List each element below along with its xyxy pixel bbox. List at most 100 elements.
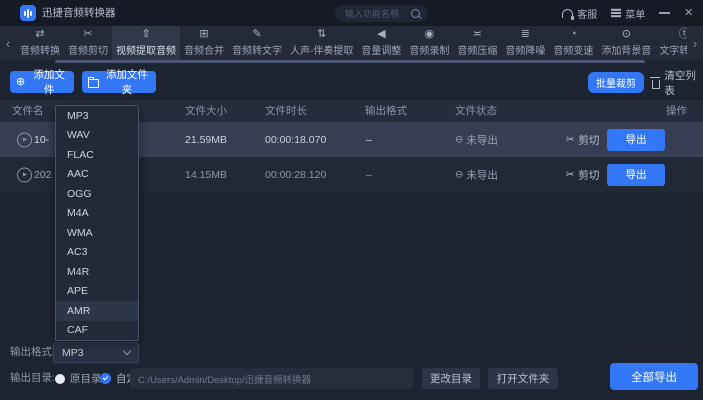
toolbar-item-audio-speed[interactable]: ◔音频变速 bbox=[549, 26, 597, 60]
headset-icon bbox=[562, 9, 573, 18]
toolbar-item-audio-merge[interactable]: ⊞音频合并 bbox=[180, 26, 228, 60]
file-status-badge: ⊖ 未导出 bbox=[455, 132, 498, 147]
dropdown-option-mp3[interactable]: MP3 bbox=[56, 106, 138, 126]
toolbar-scroll-left[interactable]: ‹ bbox=[0, 26, 16, 60]
search-icon[interactable] bbox=[411, 9, 420, 18]
video-extract-audio-icon: ⇧ bbox=[141, 29, 150, 40]
vocal-extract-icon: ⇅ bbox=[317, 29, 326, 40]
toolbar-scrollbar[interactable] bbox=[0, 60, 703, 63]
support-label: 客服 bbox=[577, 6, 597, 21]
col-filename-header: 文件名 bbox=[12, 100, 44, 122]
trash-icon bbox=[652, 80, 660, 89]
change-dir-button[interactable]: 更改目录 bbox=[422, 368, 480, 389]
toolbar-scroll-right[interactable]: › bbox=[687, 26, 703, 60]
dropdown-option-m4a[interactable]: M4A bbox=[56, 204, 138, 224]
scrollbar-thumb[interactable] bbox=[55, 60, 645, 63]
menu-label: 菜单 bbox=[625, 6, 645, 21]
status-text: 未导出 bbox=[466, 132, 498, 147]
batch-trim-button[interactable]: 批量裁剪 bbox=[588, 72, 644, 93]
dropdown-option-ape[interactable]: APE bbox=[56, 282, 138, 302]
toolbar-item-volume-adjust[interactable]: ◀音量调整 bbox=[357, 26, 405, 60]
toolbar-item-audio-convert[interactable]: ⇄音频转换 bbox=[16, 26, 64, 60]
chevron-down-icon bbox=[123, 347, 131, 355]
output-format-select[interactable]: MP3 bbox=[53, 342, 139, 363]
output-format-label: 输出格式: bbox=[10, 342, 55, 363]
chevron-right-icon: › bbox=[693, 36, 697, 51]
minimize-icon bbox=[659, 12, 670, 14]
file-name: 202 bbox=[34, 169, 52, 181]
speed-clock-icon: ◔ bbox=[570, 29, 577, 40]
compress-icon: ≍ bbox=[473, 29, 482, 40]
dropdown-option-wma[interactable]: WMA bbox=[56, 223, 138, 243]
dropdown-option-caf[interactable]: CAF bbox=[56, 321, 138, 341]
toolbar-item-add-background-sound[interactable]: ⊙添加背景音 bbox=[597, 26, 655, 60]
scissors-icon: ✂ bbox=[566, 169, 574, 180]
cut-button[interactable]: ✂ 剪切 bbox=[566, 167, 599, 182]
dropdown-option-m4r[interactable]: M4R bbox=[56, 262, 138, 282]
dropdown-option-ac3[interactable]: AC3 bbox=[56, 243, 138, 263]
close-icon: × bbox=[684, 0, 693, 26]
col-filesize-header: 文件大小 bbox=[185, 100, 227, 122]
chevron-left-icon: ‹ bbox=[6, 36, 10, 51]
app-window: 迅捷音频转换器 客服 菜单 × ‹ ⇄音频转换 ✂音频剪切 ⇧视频提取音频 ⊞音… bbox=[0, 0, 703, 400]
plus-circle-icon: ⊕ bbox=[16, 77, 25, 88]
dropdown-option-amr[interactable]: AMR bbox=[56, 301, 138, 321]
file-duration: 00:00:28.120 bbox=[265, 169, 326, 181]
radio-checked-icon bbox=[100, 373, 111, 384]
audio-to-text-icon: ✎ bbox=[252, 29, 261, 40]
play-button[interactable] bbox=[17, 132, 32, 147]
dropdown-option-wav[interactable]: WAV bbox=[56, 126, 138, 146]
cut-button[interactable]: ✂ 剪切 bbox=[566, 132, 599, 147]
col-actions-header: 操作 bbox=[666, 100, 687, 122]
add-file-button[interactable]: ⊕ 添加文件 bbox=[10, 71, 74, 93]
dropdown-option-flac[interactable]: FLAC bbox=[56, 145, 138, 165]
toolbar-item-audio-to-text[interactable]: ✎音频转文字 bbox=[228, 26, 286, 60]
export-all-button[interactable]: 全部导出 bbox=[610, 363, 698, 390]
app-title: 迅捷音频转换器 bbox=[42, 0, 116, 26]
radio-original-dir[interactable]: 原目录 bbox=[55, 368, 102, 389]
folder-icon bbox=[88, 79, 99, 88]
close-button[interactable]: × bbox=[684, 0, 693, 26]
output-path-input[interactable] bbox=[130, 368, 413, 389]
menu-button[interactable]: 菜单 bbox=[611, 6, 645, 21]
dropdown-option-ogg[interactable]: OGG bbox=[56, 184, 138, 204]
toolbar-item-audio-cut[interactable]: ✂音频剪切 bbox=[64, 26, 112, 60]
output-dir-label: 输出目录: bbox=[10, 368, 55, 389]
export-button[interactable]: 导出 bbox=[607, 164, 665, 186]
minimize-button[interactable] bbox=[659, 12, 670, 14]
file-name: 10- bbox=[34, 134, 49, 146]
feature-toolbar: ‹ ⇄音频转换 ✂音频剪切 ⇧视频提取音频 ⊞音频合并 ✎音频转文字 ⇅人声-伴… bbox=[0, 26, 703, 60]
toolbar-item-audio-record[interactable]: ◉音频录制 bbox=[405, 26, 453, 60]
search-input[interactable] bbox=[343, 8, 411, 20]
toolbar-item-audio-denoise[interactable]: ≣音频降噪 bbox=[501, 26, 549, 60]
app-logo-audio-wave-icon bbox=[20, 5, 36, 21]
output-format-value: – bbox=[366, 134, 372, 146]
selected-format: MP3 bbox=[62, 347, 84, 359]
function-search[interactable] bbox=[335, 5, 428, 22]
support-button[interactable]: 客服 bbox=[562, 6, 597, 21]
clear-list-button[interactable]: 清空列表 bbox=[652, 72, 703, 93]
microphone-icon: ◉ bbox=[425, 29, 435, 40]
toolbar-item-video-extract-audio[interactable]: ⇧视频提取音频 bbox=[112, 26, 180, 60]
play-button[interactable] bbox=[17, 167, 32, 182]
speaker-icon: ◀ bbox=[377, 29, 385, 40]
file-duration: 00:00:18.070 bbox=[265, 134, 326, 146]
open-folder-button[interactable]: 打开文件夹 bbox=[488, 368, 558, 389]
status-text: 未导出 bbox=[466, 167, 498, 182]
audio-merge-icon: ⊞ bbox=[199, 29, 208, 40]
output-format-value: – bbox=[366, 169, 372, 181]
toolbar-item-vocal-accompaniment-extract[interactable]: ⇅人声-伴奏提取 bbox=[286, 26, 357, 60]
denoise-icon: ≣ bbox=[521, 29, 530, 40]
audio-cut-icon: ✂ bbox=[83, 29, 92, 40]
add-folder-button[interactable]: 添加文件夹 bbox=[82, 71, 156, 93]
file-size: 14.15MB bbox=[185, 169, 227, 181]
hamburger-icon bbox=[611, 12, 621, 13]
dropdown-option-aac[interactable]: AAC bbox=[56, 165, 138, 185]
toolbar-item-audio-compress[interactable]: ≍音频压缩 bbox=[453, 26, 501, 60]
export-button[interactable]: 导出 bbox=[607, 129, 665, 151]
background-sound-icon: ⊙ bbox=[622, 29, 631, 40]
file-status-badge: ⊖ 未导出 bbox=[455, 167, 498, 182]
not-exported-icon: ⊖ bbox=[455, 134, 463, 145]
toolbar-item-text-to-speech[interactable]: ⓣ文字转语音 bbox=[655, 26, 689, 60]
scissors-icon: ✂ bbox=[566, 134, 574, 145]
